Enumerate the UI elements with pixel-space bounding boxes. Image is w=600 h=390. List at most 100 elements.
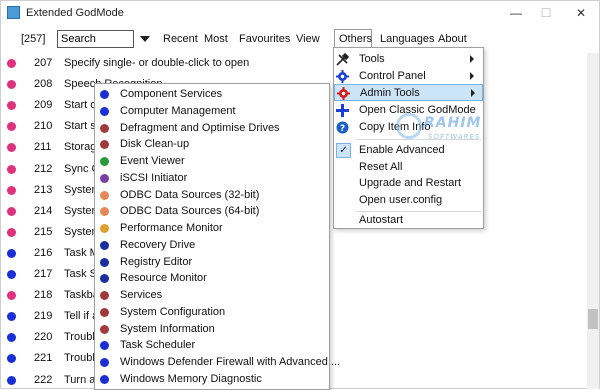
item-number: 221	[34, 352, 53, 365]
menu-label-open-user-config: Open user.config	[359, 194, 443, 206]
submenu-item[interactable]: iSCSI Initiator	[95, 170, 329, 187]
submenu-item[interactable]: Recovery Drive	[95, 237, 329, 254]
submenu-item-label: Task Scheduler	[120, 339, 196, 352]
vertical-scrollbar[interactable]	[587, 53, 599, 389]
tool-dot-icon	[100, 324, 109, 334]
item-number: 222	[34, 373, 53, 386]
submenu-item[interactable]: ODBC Data Sources (64-bit)	[95, 203, 329, 220]
tool-dot-icon	[100, 106, 109, 116]
tool-dot-icon	[100, 307, 109, 317]
status-dot-icon	[7, 122, 16, 132]
tool-dot-icon	[100, 190, 109, 200]
menu-label-control-panel: Control Panel	[359, 70, 426, 82]
status-dot-icon	[7, 206, 16, 216]
submenu-item[interactable]: Windows Memory Diagnostic	[95, 371, 329, 388]
menu-label-upgrade-restart: Upgrade and Restart	[359, 177, 462, 189]
tool-dot-icon	[100, 123, 109, 133]
submenu-item[interactable]: Performance Monitor	[95, 220, 329, 237]
item-number: 220	[34, 331, 53, 344]
item-number: 218	[34, 289, 53, 302]
submenu-item-label: iSCSI Initiator	[120, 171, 188, 184]
item-number: 217	[34, 268, 53, 280]
submenu-item[interactable]: Registry Editor	[95, 254, 329, 271]
tab-view[interactable]: View	[296, 33, 320, 45]
submenu-item-label: Disk Clean-up	[120, 138, 190, 151]
tool-dot-icon	[100, 140, 109, 150]
watermark-text: RAHIM	[424, 115, 482, 131]
close-button[interactable]: ✕	[566, 1, 596, 25]
menu-item-open-user-config[interactable]: Open user.config	[334, 192, 483, 209]
menu-label-tools: Tools	[359, 53, 385, 65]
submenu-item[interactable]: Disk Clean-up	[95, 136, 329, 153]
app-icon	[7, 6, 20, 19]
tool-dot-icon	[100, 173, 109, 183]
scrollbar-thumb[interactable]	[588, 309, 598, 329]
submenu-item-label: Resource Monitor	[120, 272, 207, 285]
menu-label-reset-all: Reset All	[359, 161, 403, 173]
item-number: 209	[34, 99, 53, 112]
status-dot-icon	[7, 270, 16, 279]
item-label: Specify single- or double-click to open	[64, 57, 250, 69]
question-icon: ?	[336, 121, 349, 134]
submenu-item[interactable]: System Information	[95, 321, 329, 338]
menu-label-admin-tools: Admin Tools	[360, 87, 420, 99]
item-count: [257]	[21, 33, 46, 45]
menu-item-admin-tools[interactable]: Admin Tools	[334, 84, 483, 101]
submenu-item-label: Defragment and Optimise Drives	[120, 121, 280, 134]
submenu-item[interactable]: Task Scheduler	[95, 337, 329, 354]
tool-dot-icon	[100, 374, 109, 384]
search-input[interactable]	[57, 30, 134, 48]
submenu-item-label: ODBC Data Sources (64-bit)	[120, 205, 260, 218]
submenu-item-label: Performance Monitor	[120, 222, 223, 234]
tool-dot-icon	[100, 274, 109, 284]
submenu-item[interactable]: Computer Management	[95, 103, 329, 120]
submenu-item-label: Computer Management	[120, 104, 236, 117]
submenu-item[interactable]: Windows Defender Firewall with Advanced …	[95, 354, 340, 371]
menu-item-upgrade-restart[interactable]: Upgrade and Restart	[334, 175, 483, 192]
maximize-button[interactable]: ☐	[531, 1, 561, 25]
tool-dot-icon	[100, 257, 109, 267]
item-number: 213	[34, 183, 53, 196]
status-dot-icon	[7, 59, 16, 68]
status-dot-icon	[7, 248, 16, 258]
item-number: 208	[34, 78, 53, 91]
menu-item-autostart[interactable]: Autostart	[334, 212, 483, 229]
tab-favourites[interactable]: Favourites	[239, 33, 290, 45]
tool-dot-icon	[100, 207, 109, 217]
tab-languages[interactable]: Languages	[380, 33, 434, 45]
status-dot-icon	[7, 312, 16, 322]
submenu-item[interactable]: System Configuration	[95, 304, 329, 321]
tab-others[interactable]: Others	[334, 29, 372, 49]
status-dot-icon	[7, 164, 16, 174]
submenu-item[interactable]: Services	[95, 287, 329, 304]
menu-item-reset-all[interactable]: Reset All	[334, 159, 483, 176]
item-number: 214	[34, 204, 53, 217]
submenu-item[interactable]: ODBC Data Sources (32-bit)	[95, 187, 329, 204]
menu-item-control-panel[interactable]: Control Panel	[334, 68, 483, 85]
tab-recent[interactable]: Recent	[163, 33, 198, 45]
status-dot-icon	[7, 375, 16, 385]
minimize-button[interactable]: —	[501, 1, 531, 25]
item-number: 219	[34, 310, 53, 323]
tab-most[interactable]: Most	[204, 33, 228, 45]
search-dropdown-icon[interactable]	[140, 36, 150, 42]
menu-item-tools[interactable]: Tools	[334, 51, 483, 68]
check-icon: ✓	[336, 143, 351, 158]
list-item[interactable]: 207 Specify single- or double-click to op…	[1, 55, 587, 71]
submenu-item-label: Windows Defender Firewall with Advanced …	[120, 356, 341, 368]
status-dot-icon	[7, 101, 16, 111]
tool-dot-icon	[100, 240, 109, 250]
wrench-screwdriver-icon	[336, 53, 349, 66]
admin-tools-submenu: Component Services Computer Management Def…	[94, 83, 340, 390]
submenu-item[interactable]: Resource Monitor	[95, 270, 329, 287]
toolbar: [257] Recent Most Favourites View Others…	[1, 26, 599, 52]
submenu-item-label: Windows Memory Diagnostic	[120, 372, 262, 385]
chevron-right-icon	[471, 89, 475, 97]
plus-icon	[336, 104, 349, 117]
item-number: 215	[34, 225, 53, 238]
item-number: 212	[34, 162, 53, 175]
tab-about[interactable]: About	[438, 33, 467, 45]
submenu-item[interactable]: Defragment and Optimise Drives	[95, 120, 329, 137]
submenu-item[interactable]: Event Viewer	[95, 153, 329, 170]
submenu-item[interactable]: Component Services	[95, 86, 329, 103]
